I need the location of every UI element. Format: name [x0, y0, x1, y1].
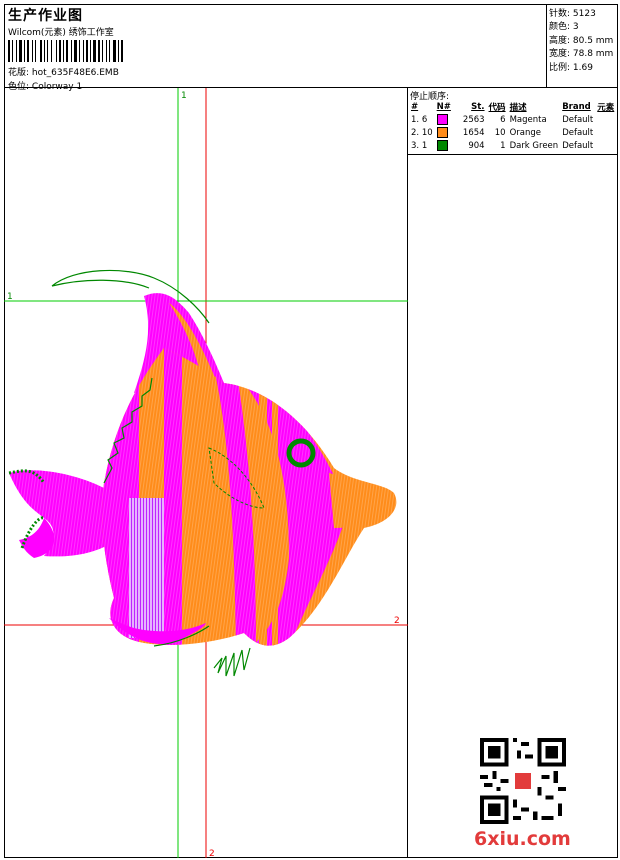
row-index: 3. [411, 140, 420, 151]
row-needle: 1 [421, 140, 428, 151]
barcode-bar [24, 40, 25, 62]
design-height: 高度: 80.5 mm [549, 36, 614, 46]
row-code: 10 [494, 127, 506, 138]
barcode-bar [51, 40, 52, 62]
watermark-brand: 6xiu.com [474, 828, 571, 850]
stop-sequence-table: # N# St. 代码 描述 Brand 元素 1. 6 2563 6 Mage… [409, 100, 616, 152]
row-stitches: 904 [468, 140, 485, 151]
barcode-bar [93, 40, 96, 62]
row-index: 2. [411, 127, 420, 138]
stats-panel: 针数: 5123 颜色: 3 高度: 80.5 mm 宽度: 78.8 mm 比… [547, 4, 618, 88]
guide-label-v2: 2 [209, 849, 215, 858]
qr-code [480, 738, 566, 824]
barcode-bar [16, 40, 17, 62]
row-description: Magenta [509, 114, 547, 125]
barcode-bar [8, 40, 10, 62]
embroidery-preview: 1 1 2 2 [4, 88, 408, 858]
stitch-count: 针数: 5123 [549, 9, 596, 19]
barcode-bar [44, 40, 45, 62]
barcode-bar [118, 40, 119, 62]
row-index: 1. [411, 114, 420, 125]
row-needle: 6 [421, 114, 428, 125]
col-element: 元素 [597, 102, 615, 113]
row-stitches: 1654 [462, 127, 485, 138]
barcode-bar [90, 40, 91, 62]
color-swatch [436, 127, 448, 138]
barcode-bar [102, 40, 103, 62]
col-stitches: St. [471, 101, 485, 112]
barcode-bar [27, 40, 29, 62]
design-canvas: 1 1 2 2 [4, 88, 408, 858]
table-row: 2. 10 1654 10 Orange Default [409, 126, 616, 139]
table-row: 3. 1 904 1 Dark Green Default [409, 139, 616, 152]
design-scale: 比例: 1.69 [549, 63, 593, 73]
barcode [8, 40, 123, 62]
header-block: 生产作业图 Wilcom(元素) 绣饰工作室 花版: hot_635F48E6.… [4, 4, 547, 92]
barcode-bar [113, 40, 116, 62]
col-brand: Brand [562, 101, 591, 112]
guide-label-h1: 1 [7, 292, 13, 302]
studio-subtitle: Wilcom(元素) 绣饰工作室 [8, 28, 114, 38]
row-code: 1 [500, 140, 506, 151]
page-title: 生产作业图 [8, 8, 83, 24]
barcode-bar [106, 40, 107, 62]
barcode-bar [63, 40, 64, 62]
ventral-spikes [213, 647, 251, 677]
barcode-bar [83, 40, 84, 62]
col-needle: N# [436, 101, 451, 112]
stop-sequence-panel: 停止顺序: # N# St. 代码 描述 Brand 元素 1. 6 2563 … [408, 88, 618, 155]
row-needle: 10 [421, 127, 433, 138]
barcode-bar [71, 40, 72, 62]
row-brand: Default [562, 127, 594, 138]
col-index: # [411, 101, 419, 112]
row-stitches: 2563 [462, 114, 485, 125]
barcode-bar [74, 40, 77, 62]
barcode-bar [32, 40, 33, 62]
barcode-bar [59, 40, 61, 62]
barcode-bar [121, 40, 123, 62]
barcode-bar [35, 40, 36, 62]
row-description: Orange [509, 127, 541, 138]
color-swatch [436, 140, 448, 151]
pattern-value: hot_635F48E6.EMB [31, 68, 119, 78]
col-description: 描述 [509, 102, 527, 113]
color-count: 颜色: 3 [549, 22, 579, 32]
barcode-bar [19, 40, 22, 62]
seal-stamp [514, 772, 532, 790]
barcode-bar [40, 40, 42, 62]
design-width: 宽度: 78.8 mm [549, 49, 614, 59]
barcode-bar [12, 40, 13, 62]
barcode-bar [98, 40, 100, 62]
row-code: 6 [500, 114, 506, 125]
row-brand: Default [562, 140, 594, 151]
barcode-bar [86, 40, 88, 62]
barcode-bar [47, 40, 48, 62]
table-header-row: # N# St. 代码 描述 Brand 元素 [409, 100, 616, 113]
barcode-bar [79, 40, 80, 62]
guide-label-h2: 2 [394, 616, 400, 626]
table-row: 1. 6 2563 6 Magenta Default [409, 113, 616, 126]
guide-label-v1: 1 [181, 91, 187, 101]
row-description: Dark Green [509, 140, 559, 151]
col-code: 代码 [488, 102, 506, 113]
barcode-bar [66, 40, 68, 62]
barcode-bar [109, 40, 110, 62]
color-swatch [436, 114, 448, 125]
pattern-line: 花版: hot_635F48E6.EMB [8, 65, 119, 78]
pattern-label: 花版: [8, 68, 30, 78]
barcode-bar [56, 40, 57, 62]
row-brand: Default [562, 114, 594, 125]
